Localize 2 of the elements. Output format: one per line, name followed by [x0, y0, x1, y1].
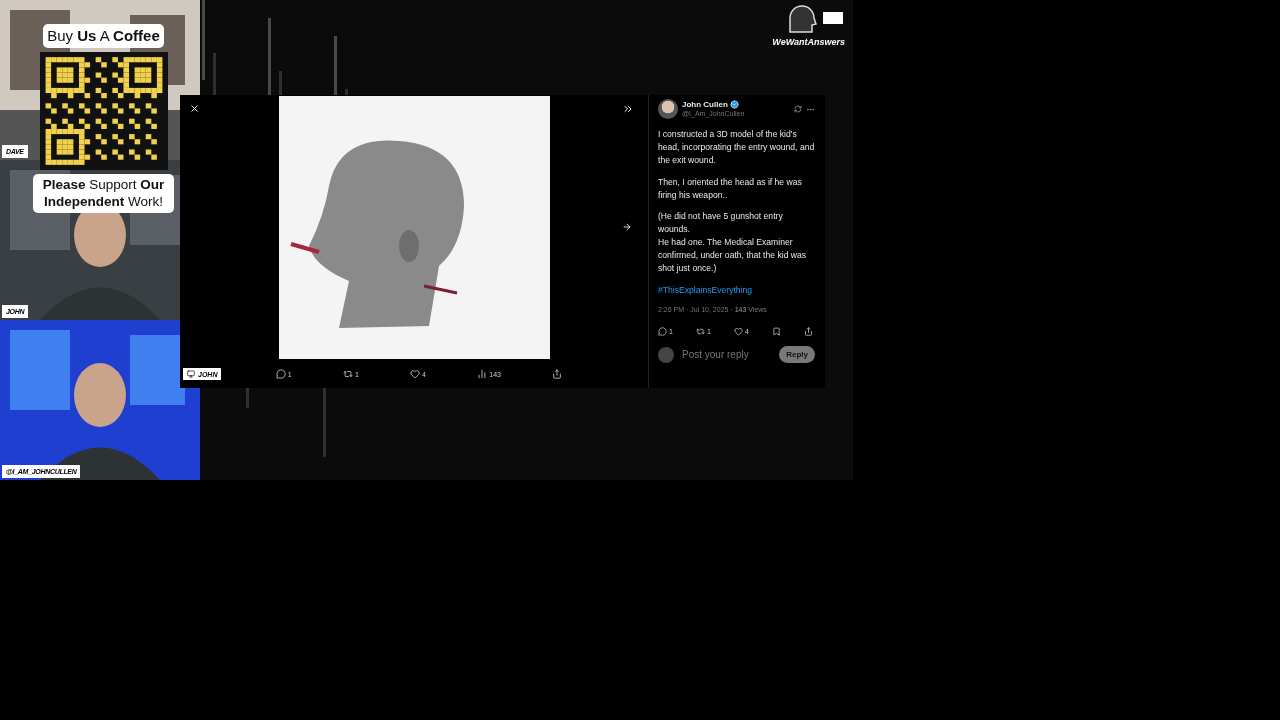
- monitor-icon: [187, 370, 195, 378]
- support-caption: Please Support Our Independent Work!: [33, 173, 174, 213]
